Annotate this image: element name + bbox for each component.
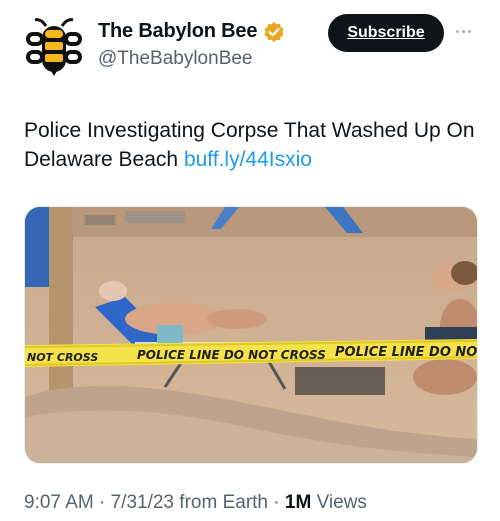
tweet-card: The Babylon Bee @TheBabylonBee Subscribe… (0, 0, 500, 521)
views-count: 1M (284, 492, 312, 513)
tweet-link[interactable]: buff.ly/44Isxio (184, 148, 312, 171)
views-label: Views (316, 492, 367, 513)
meta-separator: · (273, 492, 285, 513)
bee-logo-icon (26, 18, 82, 76)
more-options-icon[interactable] (456, 26, 476, 36)
tweet-date[interactable]: 7/31/23 (111, 492, 174, 513)
dot (456, 29, 459, 33)
gold-verified-badge-icon[interactable] (263, 21, 285, 43)
tweet-time[interactable]: 9:07 AM (24, 492, 94, 513)
avatar[interactable] (24, 16, 84, 78)
tape-text-left: NOT CROSS (27, 351, 98, 364)
tweet-media-image[interactable]: NOT CROSS POLICE LINE DO NOT CROSS POLIC… (24, 206, 478, 464)
dot (462, 29, 465, 33)
meta-separator: · (99, 492, 111, 513)
subscribe-button[interactable]: Subscribe (328, 14, 444, 52)
tweet-source: from Earth (179, 492, 268, 513)
dot (468, 29, 471, 33)
account-handle[interactable]: @TheBabylonBee (98, 48, 253, 70)
tape-text-right: POLICE LINE DO NOT CROSS (335, 345, 477, 360)
display-name[interactable]: The Babylon Bee (98, 20, 257, 43)
tape-text-middle: POLICE LINE DO NOT CROSS (137, 348, 326, 362)
account-name-row: The Babylon Bee (98, 20, 285, 43)
tweet-text: Police Investigating Corpse That Washed … (24, 116, 484, 174)
tweet-meta: 9:07 AM · 7/31/23 from Earth · 1M Views (24, 492, 367, 514)
